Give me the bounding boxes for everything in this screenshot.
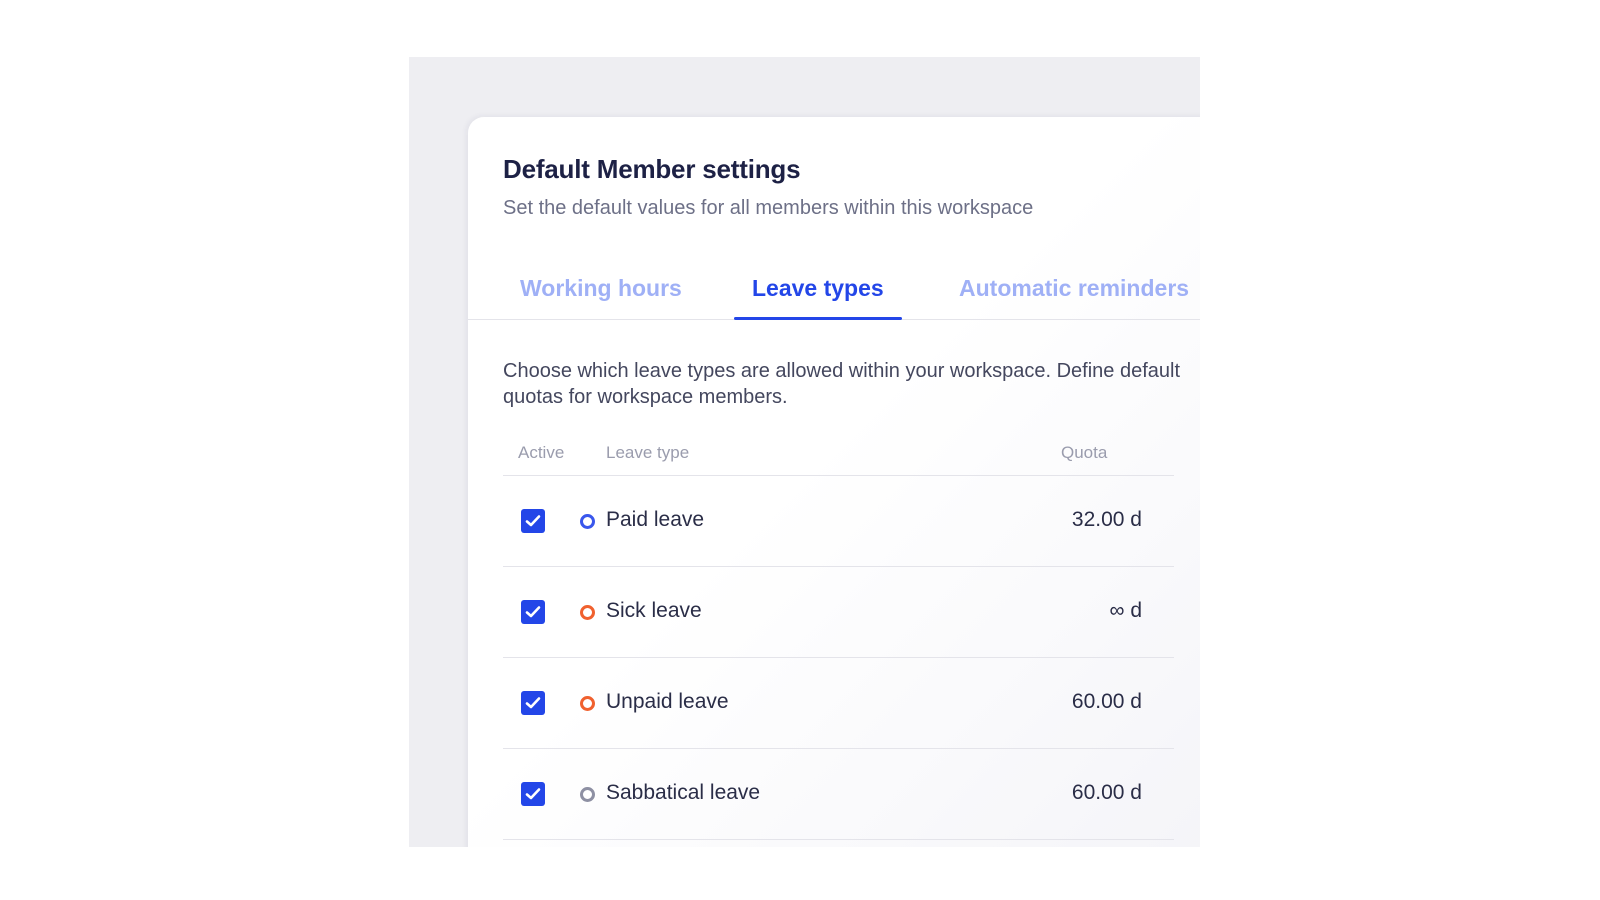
table-row: Unpaid leave 60.00 d bbox=[503, 658, 1174, 749]
table-row: Paid leave 32.00 d bbox=[503, 476, 1174, 567]
ring-dot-icon bbox=[580, 514, 595, 529]
column-header-leave-type: Leave type bbox=[606, 443, 690, 462]
leave-type-name: Sabbatical leave bbox=[606, 781, 761, 804]
leave-quota[interactable]: 32.00 d bbox=[1072, 508, 1142, 532]
tab-leave-types[interactable]: Leave types bbox=[734, 275, 902, 320]
table-header: Active Leave type Quota bbox=[503, 435, 1174, 476]
table-row: Sabbatical leave 60.00 d bbox=[503, 749, 1174, 840]
ring-dot-icon bbox=[580, 787, 595, 802]
active-checkbox[interactable] bbox=[521, 600, 545, 624]
check-icon bbox=[525, 788, 541, 800]
ring-dot-icon bbox=[580, 605, 595, 620]
check-icon bbox=[525, 697, 541, 709]
leave-type-name: Sick leave bbox=[606, 599, 702, 622]
backdrop: Default Member settings Set the default … bbox=[409, 57, 1200, 847]
tab-bar: Working hours Leave types Automatic remi… bbox=[468, 269, 1200, 320]
leave-types-description: Choose which leave types are allowed wit… bbox=[503, 360, 1181, 408]
column-header-active: Active bbox=[518, 443, 565, 462]
check-icon bbox=[525, 515, 541, 527]
table-row: Sick leave ∞ d bbox=[503, 567, 1174, 658]
active-checkbox[interactable] bbox=[521, 509, 545, 533]
check-icon bbox=[525, 606, 541, 618]
leave-type-name: Paid leave bbox=[606, 508, 705, 531]
tab-working-hours[interactable]: Working hours bbox=[520, 275, 682, 319]
settings-card: Default Member settings Set the default … bbox=[468, 117, 1200, 847]
ring-dot-icon bbox=[580, 696, 595, 711]
page-title: Default Member settings bbox=[503, 154, 801, 184]
leave-quota[interactable]: 60.00 d bbox=[1072, 781, 1142, 805]
leave-types-table: Active Leave type Quota Paid leave 32.00… bbox=[503, 435, 1174, 840]
active-checkbox[interactable] bbox=[521, 782, 545, 806]
leave-quota[interactable]: 60.00 d bbox=[1072, 690, 1142, 714]
column-header-quota: Quota bbox=[1061, 443, 1108, 462]
leave-quota[interactable]: ∞ d bbox=[1110, 599, 1142, 623]
active-checkbox[interactable] bbox=[521, 691, 545, 715]
tab-automatic-reminders[interactable]: Automatic reminders bbox=[959, 275, 1189, 319]
page-subtitle: Set the default values for all members w… bbox=[503, 197, 1034, 219]
leave-type-name: Unpaid leave bbox=[606, 690, 729, 713]
